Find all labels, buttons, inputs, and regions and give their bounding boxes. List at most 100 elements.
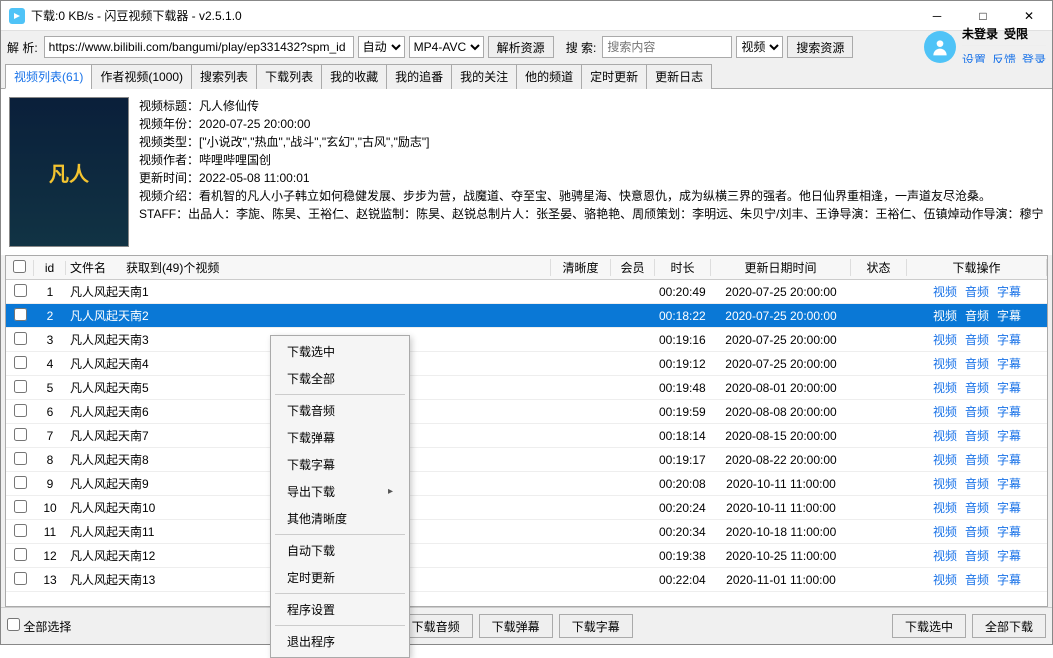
- row-video-link[interactable]: 视频: [933, 429, 957, 443]
- row-audio-link[interactable]: 音频: [965, 381, 989, 395]
- row-subtitle-link[interactable]: 字幕: [997, 453, 1021, 467]
- footer-btn[interactable]: 下载字幕: [559, 614, 633, 638]
- row-subtitle-link[interactable]: 字幕: [997, 549, 1021, 563]
- row-video-link[interactable]: 视频: [933, 381, 957, 395]
- tab-0[interactable]: 视频列表(61): [5, 64, 92, 89]
- tab-4[interactable]: 我的收藏: [321, 64, 387, 89]
- tab-5[interactable]: 我的追番: [386, 64, 452, 89]
- tab-7[interactable]: 他的频道: [516, 64, 582, 89]
- table-row[interactable]: 10凡人风起天南1000:20:242020-10-11 11:00:00视频音…: [6, 496, 1047, 520]
- table-row[interactable]: 5凡人风起天南500:19:482020-08-01 20:00:00视频音频字…: [6, 376, 1047, 400]
- table-row[interactable]: 12凡人风起天南1200:19:382020-10-25 11:00:00视频音…: [6, 544, 1047, 568]
- row-subtitle-link[interactable]: 字幕: [997, 405, 1021, 419]
- select-all[interactable]: 全部选择: [7, 618, 71, 635]
- row-audio-link[interactable]: 音频: [965, 453, 989, 467]
- select-all-checkbox[interactable]: [7, 618, 20, 631]
- row-audio-link[interactable]: 音频: [965, 429, 989, 443]
- row-subtitle-link[interactable]: 字幕: [997, 501, 1021, 515]
- row-checkbox[interactable]: [14, 284, 27, 297]
- tab-3[interactable]: 下载列表: [256, 64, 322, 89]
- table-row[interactable]: 1凡人风起天南100:20:492020-07-25 20:00:00视频音频字…: [6, 280, 1047, 304]
- url-input[interactable]: [44, 36, 354, 58]
- row-subtitle-link[interactable]: 字幕: [997, 573, 1021, 587]
- footer-btn[interactable]: 全部下载: [972, 614, 1046, 638]
- row-video-link[interactable]: 视频: [933, 333, 957, 347]
- col-date[interactable]: 更新日期时间: [711, 259, 851, 276]
- row-video-link[interactable]: 视频: [933, 405, 957, 419]
- col-clarity[interactable]: 清晰度: [551, 259, 611, 276]
- row-subtitle-link[interactable]: 字幕: [997, 333, 1021, 347]
- row-audio-link[interactable]: 音频: [965, 309, 989, 323]
- row-checkbox[interactable]: [14, 572, 27, 585]
- table-row[interactable]: 7凡人风起天南700:18:142020-08-15 20:00:00视频音频字…: [6, 424, 1047, 448]
- row-video-link[interactable]: 视频: [933, 285, 957, 299]
- tab-6[interactable]: 我的关注: [451, 64, 517, 89]
- row-subtitle-link[interactable]: 字幕: [997, 477, 1021, 491]
- row-checkbox[interactable]: [14, 356, 27, 369]
- tab-1[interactable]: 作者视频(1000): [91, 64, 192, 89]
- row-checkbox[interactable]: [14, 380, 27, 393]
- avatar[interactable]: [924, 31, 956, 63]
- row-checkbox[interactable]: [14, 404, 27, 417]
- row-subtitle-link[interactable]: 字幕: [997, 309, 1021, 323]
- table-row[interactable]: 4凡人风起天南400:19:122020-07-25 20:00:00视频音频字…: [6, 352, 1047, 376]
- footer-btn[interactable]: 下载弹幕: [479, 614, 553, 638]
- tab-2[interactable]: 搜索列表: [191, 64, 257, 89]
- row-audio-link[interactable]: 音频: [965, 405, 989, 419]
- mode-select[interactable]: 自动: [358, 36, 405, 58]
- row-subtitle-link[interactable]: 字幕: [997, 357, 1021, 371]
- row-video-link[interactable]: 视频: [933, 309, 957, 323]
- context-menu[interactable]: 下载选中下载全部下载音频下载弹幕下载字幕导出下载其他清晰度自动下载定时更新程序设…: [270, 335, 410, 658]
- col-id[interactable]: id: [34, 261, 66, 275]
- row-audio-link[interactable]: 音频: [965, 357, 989, 371]
- row-video-link[interactable]: 视频: [933, 573, 957, 587]
- row-video-link[interactable]: 视频: [933, 525, 957, 539]
- table-row[interactable]: 11凡人风起天南1100:20:342020-10-18 11:00:00视频音…: [6, 520, 1047, 544]
- ctx-item[interactable]: 程序设置: [271, 596, 409, 623]
- row-checkbox[interactable]: [14, 332, 27, 345]
- table-row[interactable]: 9凡人风起天南900:20:082020-10-11 11:00:00视频音频字…: [6, 472, 1047, 496]
- ctx-item[interactable]: 下载选中: [271, 338, 409, 365]
- ctx-item[interactable]: 其他清晰度: [271, 505, 409, 532]
- format-select[interactable]: MP4-AVC: [409, 36, 484, 58]
- row-video-link[interactable]: 视频: [933, 501, 957, 515]
- row-checkbox[interactable]: [14, 548, 27, 561]
- ctx-item[interactable]: 下载全部: [271, 365, 409, 392]
- header-checkbox[interactable]: [13, 260, 26, 273]
- row-video-link[interactable]: 视频: [933, 549, 957, 563]
- row-video-link[interactable]: 视频: [933, 357, 957, 371]
- row-subtitle-link[interactable]: 字幕: [997, 429, 1021, 443]
- row-audio-link[interactable]: 音频: [965, 525, 989, 539]
- table-row[interactable]: 2凡人风起天南200:18:222020-07-25 20:00:00视频音频字…: [6, 304, 1047, 328]
- ctx-item[interactable]: 下载音频: [271, 397, 409, 424]
- tab-8[interactable]: 定时更新: [581, 64, 647, 89]
- table-row[interactable]: 3凡人风起天南300:19:162020-07-25 20:00:00视频音频字…: [6, 328, 1047, 352]
- ctx-item[interactable]: 退出程序: [271, 628, 409, 655]
- row-checkbox[interactable]: [14, 452, 27, 465]
- row-audio-link[interactable]: 音频: [965, 549, 989, 563]
- col-ops[interactable]: 下载操作: [907, 259, 1047, 276]
- row-video-link[interactable]: 视频: [933, 477, 957, 491]
- row-checkbox[interactable]: [14, 428, 27, 441]
- col-filename[interactable]: 文件名: [70, 259, 106, 276]
- table-row[interactable]: 6凡人风起天南600:19:592020-08-08 20:00:00视频音频字…: [6, 400, 1047, 424]
- row-subtitle-link[interactable]: 字幕: [997, 285, 1021, 299]
- search-input[interactable]: [602, 36, 732, 58]
- tab-9[interactable]: 更新日志: [646, 64, 712, 89]
- parse-button[interactable]: 解析资源: [488, 36, 554, 58]
- ctx-item[interactable]: 下载弹幕: [271, 424, 409, 451]
- row-video-link[interactable]: 视频: [933, 453, 957, 467]
- row-audio-link[interactable]: 音频: [965, 333, 989, 347]
- row-audio-link[interactable]: 音频: [965, 285, 989, 299]
- search-type-select[interactable]: 视频: [736, 36, 783, 58]
- row-checkbox[interactable]: [14, 524, 27, 537]
- row-audio-link[interactable]: 音频: [965, 501, 989, 515]
- row-subtitle-link[interactable]: 字幕: [997, 381, 1021, 395]
- row-subtitle-link[interactable]: 字幕: [997, 525, 1021, 539]
- col-vip[interactable]: 会员: [611, 259, 655, 276]
- footer-btn[interactable]: 下载选中: [892, 614, 966, 638]
- ctx-item[interactable]: 导出下载: [271, 478, 409, 505]
- table-row[interactable]: 8凡人风起天南800:19:172020-08-22 20:00:00视频音频字…: [6, 448, 1047, 472]
- col-status[interactable]: 状态: [851, 259, 907, 276]
- ctx-item[interactable]: 下载字幕: [271, 451, 409, 478]
